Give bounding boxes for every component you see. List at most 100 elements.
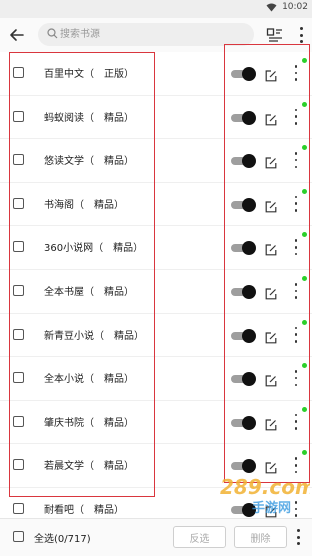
search-input[interactable] (60, 23, 240, 46)
more-dot (294, 195, 298, 199)
group-button[interactable] (266, 26, 284, 44)
switch-thumb (242, 67, 256, 81)
row-more-button[interactable] (294, 239, 298, 256)
source-row[interactable]: 全本书屋（ 精品） (0, 270, 312, 314)
more-dot (294, 78, 298, 81)
search-box[interactable] (38, 23, 254, 46)
row-more-button[interactable] (294, 413, 298, 430)
enable-switch[interactable] (231, 328, 256, 343)
enable-switch[interactable] (231, 415, 256, 430)
more-dot (294, 252, 298, 256)
enable-switch[interactable] (231, 241, 256, 256)
bottom-more-button[interactable] (296, 529, 300, 545)
bottom-action-bar: 全选(0/717) 反选 删除 (0, 518, 312, 556)
row-more-button[interactable] (294, 152, 298, 169)
more-dot (294, 71, 298, 75)
status-dot (302, 232, 307, 238)
source-checkbox[interactable] (13, 67, 24, 78)
more-dot (294, 282, 298, 286)
edit-icon (265, 506, 277, 518)
more-dot (296, 542, 300, 545)
row-more-button[interactable] (294, 282, 298, 299)
source-name: 悠读文学（ 精品） (44, 156, 134, 168)
source-checkbox[interactable] (13, 110, 24, 122)
source-checkbox[interactable] (13, 154, 24, 166)
row-more-button[interactable] (294, 500, 298, 517)
enable-switch[interactable] (231, 284, 256, 299)
source-row[interactable]: 360小说网（ 精品） (0, 226, 312, 270)
back-button[interactable] (8, 26, 26, 44)
source-row[interactable]: 新青豆小说（ 精品） (0, 314, 312, 358)
edit-button[interactable] (265, 154, 277, 169)
more-dot (294, 470, 298, 474)
more-dot (294, 420, 298, 424)
edit-button[interactable] (265, 416, 277, 431)
select-all-checkbox[interactable] (13, 531, 24, 542)
edit-icon (265, 244, 277, 256)
status-dot (302, 58, 307, 63)
edit-icon (265, 419, 277, 431)
source-checkbox[interactable] (13, 415, 24, 427)
row-more-button[interactable] (294, 326, 298, 343)
source-checkbox[interactable] (13, 502, 24, 514)
edit-button[interactable] (265, 503, 277, 518)
source-row[interactable]: 悠读文学（ 精品） (0, 139, 312, 183)
more-dot (294, 376, 298, 380)
source-row[interactable]: 全本小说（ 精品） (0, 357, 312, 401)
row-more-button[interactable] (294, 65, 298, 81)
switch-thumb (242, 284, 256, 299)
toolbar (0, 18, 312, 52)
edit-button[interactable] (265, 67, 277, 82)
edit-button[interactable] (265, 111, 277, 125)
source-row[interactable]: 若晨文学（ 精品） (0, 444, 312, 488)
edit-button[interactable] (265, 372, 277, 387)
more-dot (294, 333, 298, 336)
more-dot (294, 158, 298, 162)
status-dot (302, 188, 307, 194)
edit-button[interactable] (265, 241, 277, 256)
source-checkbox[interactable] (13, 372, 24, 384)
source-row[interactable]: 蚂蚁阅读（ 精品） (0, 96, 312, 140)
enable-switch[interactable] (231, 502, 256, 517)
more-button[interactable] (296, 27, 306, 43)
select-all-label[interactable]: 全选(0/717) (34, 530, 91, 545)
row-more-button[interactable] (294, 195, 298, 212)
more-dot (294, 370, 298, 373)
switch-thumb (242, 328, 256, 343)
more-dot (299, 27, 303, 30)
enable-switch[interactable] (231, 154, 256, 169)
search-icon (47, 28, 58, 39)
enable-switch[interactable] (231, 459, 256, 474)
edit-button[interactable] (265, 198, 277, 213)
source-row[interactable]: 百里中文（ 正版） (0, 52, 312, 96)
enable-switch[interactable] (231, 372, 256, 387)
more-dot (294, 239, 298, 242)
edit-button[interactable] (265, 329, 277, 343)
edit-icon (265, 70, 277, 82)
source-checkbox[interactable] (13, 241, 24, 253)
more-dot (294, 413, 298, 417)
source-checkbox[interactable] (13, 284, 24, 296)
source-row[interactable]: 书海阁（ 精品） (0, 183, 312, 227)
enable-switch[interactable] (231, 197, 256, 212)
reverse-select-button[interactable]: 反选 (173, 526, 226, 548)
more-dot (294, 165, 298, 169)
source-checkbox[interactable] (13, 459, 24, 471)
source-name: 蚂蚁阅读（ 精品） (44, 112, 134, 124)
source-name: 百里中文（ 正版） (44, 69, 134, 80)
row-more-button[interactable] (294, 370, 298, 387)
edit-button[interactable] (265, 285, 277, 300)
arrow-left-icon (10, 29, 24, 41)
more-dot (294, 202, 298, 206)
more-dot (294, 326, 298, 330)
source-row[interactable]: 肇庆书院（ 精品） (0, 401, 312, 445)
delete-button[interactable]: 删除 (234, 526, 287, 548)
more-dot (294, 296, 298, 299)
row-more-button[interactable] (294, 108, 298, 125)
enable-switch[interactable] (231, 67, 256, 81)
enable-switch[interactable] (231, 110, 256, 125)
source-checkbox[interactable] (13, 197, 24, 209)
source-checkbox[interactable] (13, 328, 24, 340)
edit-button[interactable] (265, 459, 277, 474)
row-more-button[interactable] (294, 457, 298, 474)
